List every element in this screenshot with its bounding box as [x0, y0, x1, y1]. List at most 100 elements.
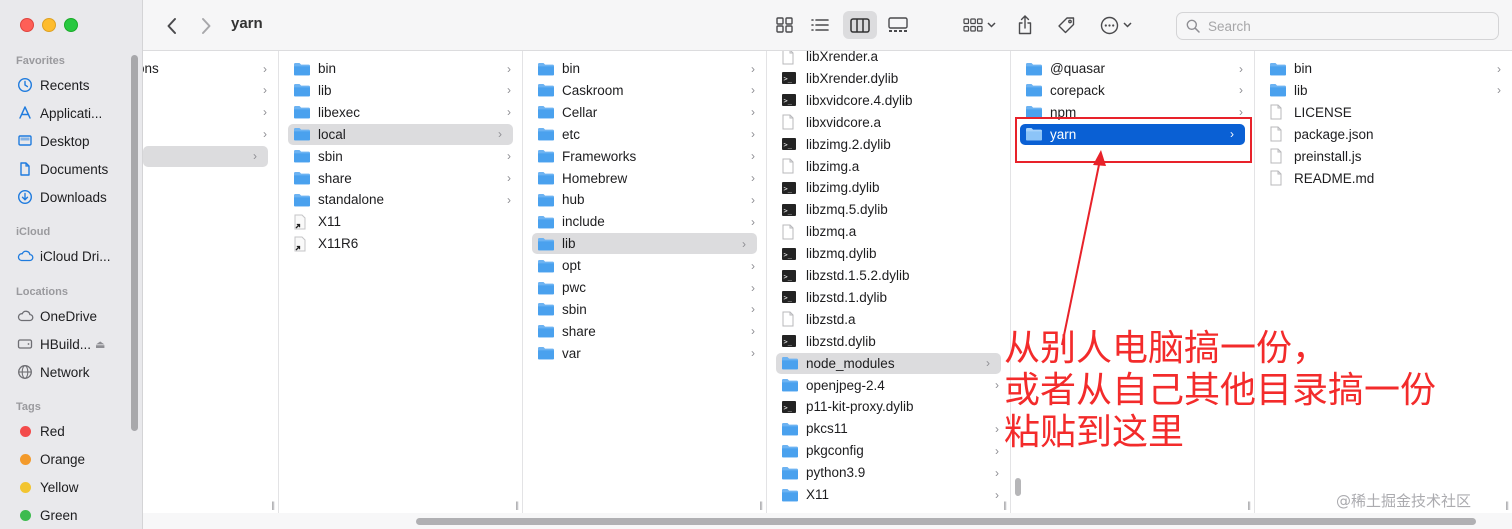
file-row[interactable]: pkcs11 ›	[767, 418, 1010, 439]
sidebar-tag-green[interactable]: Green	[16, 504, 136, 526]
file-row[interactable]: opt ›	[523, 255, 766, 276]
file-row[interactable]: preinstall.js	[1255, 146, 1512, 167]
file-row[interactable]: bin ›	[1255, 58, 1512, 79]
file-row[interactable]: standalone ›	[279, 189, 522, 210]
tag-dot-icon	[20, 453, 31, 465]
sidebar-item-icloud-drive[interactable]: iCloud Dri...	[16, 245, 136, 267]
gallery-view-button[interactable]	[883, 12, 913, 38]
action-menu-button[interactable]	[1095, 12, 1137, 38]
sidebar-scrollbar[interactable]	[131, 55, 138, 431]
icon-view-button[interactable]	[770, 12, 798, 38]
file-row[interactable]: >_ libzstd.1.dylib	[767, 287, 1010, 308]
file-row[interactable]: bin ›	[523, 58, 766, 79]
column-view-button[interactable]	[843, 11, 877, 39]
folder-icon	[1025, 83, 1043, 97]
file-row[interactable]: >_ libzmq.dylib	[767, 243, 1010, 264]
file-row[interactable]: README.md	[1255, 168, 1512, 189]
column-resize-handle[interactable]: ||	[271, 500, 275, 510]
sidebar-item-applications[interactable]: Applicati...	[16, 102, 136, 124]
file-row[interactable]: libzmq.a	[767, 221, 1010, 242]
file-row[interactable]: ons ›	[143, 58, 278, 79]
column-3-scrollbar[interactable]	[1015, 478, 1021, 496]
column-resize-handle[interactable]: ||	[1003, 500, 1007, 510]
file-row[interactable]: pkgconfig ›	[767, 440, 1010, 461]
folder-icon	[537, 259, 555, 273]
file-row[interactable]: share ›	[523, 321, 766, 342]
file-row[interactable]: ›	[143, 124, 278, 145]
sidebar-item-onedrive[interactable]: OneDrive	[16, 305, 136, 327]
group-by-button[interactable]	[958, 12, 1000, 38]
file-row[interactable]: ›	[143, 102, 278, 123]
file-row[interactable]: >_ libzstd.dylib	[767, 331, 1010, 352]
file-row[interactable]: @quasar ›	[1011, 58, 1254, 79]
sidebar-item-downloads[interactable]: Downloads	[16, 186, 136, 208]
file-row[interactable]: X11	[279, 211, 522, 232]
file-row[interactable]: sbin ›	[279, 146, 522, 167]
file-row[interactable]: Cellar ›	[523, 102, 766, 123]
file-row[interactable]: corepack ›	[1011, 80, 1254, 101]
file-row[interactable]: >_ libXrender.dylib	[767, 68, 1010, 89]
file-row[interactable]: bin ›	[279, 58, 522, 79]
list-view-button[interactable]	[806, 12, 834, 38]
minimize-button[interactable]	[42, 18, 56, 32]
file-row[interactable]: Homebrew ›	[523, 168, 766, 189]
sidebar-tag-yellow[interactable]: Yellow	[16, 476, 136, 498]
tag-button[interactable]	[1052, 12, 1080, 38]
sidebar-item-hbuilder[interactable]: HBuild... ⏏	[16, 333, 136, 355]
file-row[interactable]: var ›	[523, 343, 766, 364]
file-row[interactable]: libzstd.a	[767, 309, 1010, 330]
file-row[interactable]: >_ libzimg.2.dylib	[767, 134, 1010, 155]
sidebar-item-desktop[interactable]: Desktop	[16, 130, 136, 152]
file-row[interactable]: share ›	[279, 168, 522, 189]
horizontal-scrollbar[interactable]	[416, 518, 1476, 525]
back-button[interactable]	[159, 13, 185, 39]
sidebar-tag-orange[interactable]: Orange	[16, 448, 136, 470]
share-button[interactable]	[1012, 11, 1038, 39]
file-row[interactable]: pwc ›	[523, 277, 766, 298]
file-row[interactable]: ›	[143, 80, 278, 101]
column-resize-handle[interactable]: ||	[1247, 500, 1251, 510]
file-row[interactable]: ›	[143, 145, 268, 167]
file-row[interactable]: lib ›	[1255, 80, 1512, 101]
sidebar-item-recents[interactable]: Recents	[16, 74, 136, 96]
file-name: X11R6	[318, 236, 359, 252]
file-row[interactable]: X11 ›	[767, 484, 1010, 505]
file-row[interactable]: libzimg.a	[767, 156, 1010, 177]
file-row[interactable]: include ›	[523, 211, 766, 232]
file-row[interactable]: >_ p11-kit-proxy.dylib	[767, 396, 1010, 417]
file-name: libexec	[318, 104, 361, 120]
folder-icon	[293, 171, 311, 185]
sidebar-item-network[interactable]: Network	[16, 361, 136, 383]
column-resize-handle[interactable]: ||	[515, 500, 519, 510]
file-row[interactable]: Frameworks ›	[523, 146, 766, 167]
file-row[interactable]: node_modules ›	[776, 352, 1001, 374]
file-row[interactable]: libxvidcore.a	[767, 112, 1010, 133]
file-row[interactable]: >_ libzimg.dylib	[767, 177, 1010, 198]
sidebar-item-documents[interactable]: Documents	[16, 158, 136, 180]
file-row[interactable]: etc ›	[523, 124, 766, 145]
column-resize-handle[interactable]: ||	[1505, 500, 1509, 510]
file-row[interactable]: sbin ›	[523, 299, 766, 320]
file-row[interactable]: libXrender.a	[767, 51, 1010, 67]
file-row[interactable]: >_ libzmq.5.dylib	[767, 199, 1010, 220]
file-row[interactable]: LICENSE	[1255, 102, 1512, 123]
file-row[interactable]: >_ libxvidcore.4.dylib	[767, 90, 1010, 111]
file-row[interactable]: libexec ›	[279, 102, 522, 123]
file-row[interactable]: python3.9 ›	[767, 462, 1010, 483]
zoom-button[interactable]	[64, 18, 78, 32]
file-row[interactable]: openjpeg-2.4 ›	[767, 375, 1010, 396]
file-row[interactable]: lib ›	[279, 80, 522, 101]
file-row[interactable]: Caskroom ›	[523, 80, 766, 101]
column-resize-handle[interactable]: ||	[759, 500, 763, 510]
file-row[interactable]: local ›	[288, 123, 513, 145]
file-row[interactable]: X11R6	[279, 233, 522, 254]
eject-icon[interactable]: ⏏	[95, 338, 105, 351]
file-row[interactable]: lib ›	[532, 233, 757, 255]
file-row[interactable]: hub ›	[523, 189, 766, 210]
search-field[interactable]: Search	[1176, 12, 1499, 40]
sidebar-tag-red[interactable]: Red	[16, 420, 136, 442]
close-button[interactable]	[20, 18, 34, 32]
forward-button[interactable]	[193, 13, 219, 39]
file-row[interactable]: >_ libzstd.1.5.2.dylib	[767, 265, 1010, 286]
file-row[interactable]: package.json	[1255, 124, 1512, 145]
